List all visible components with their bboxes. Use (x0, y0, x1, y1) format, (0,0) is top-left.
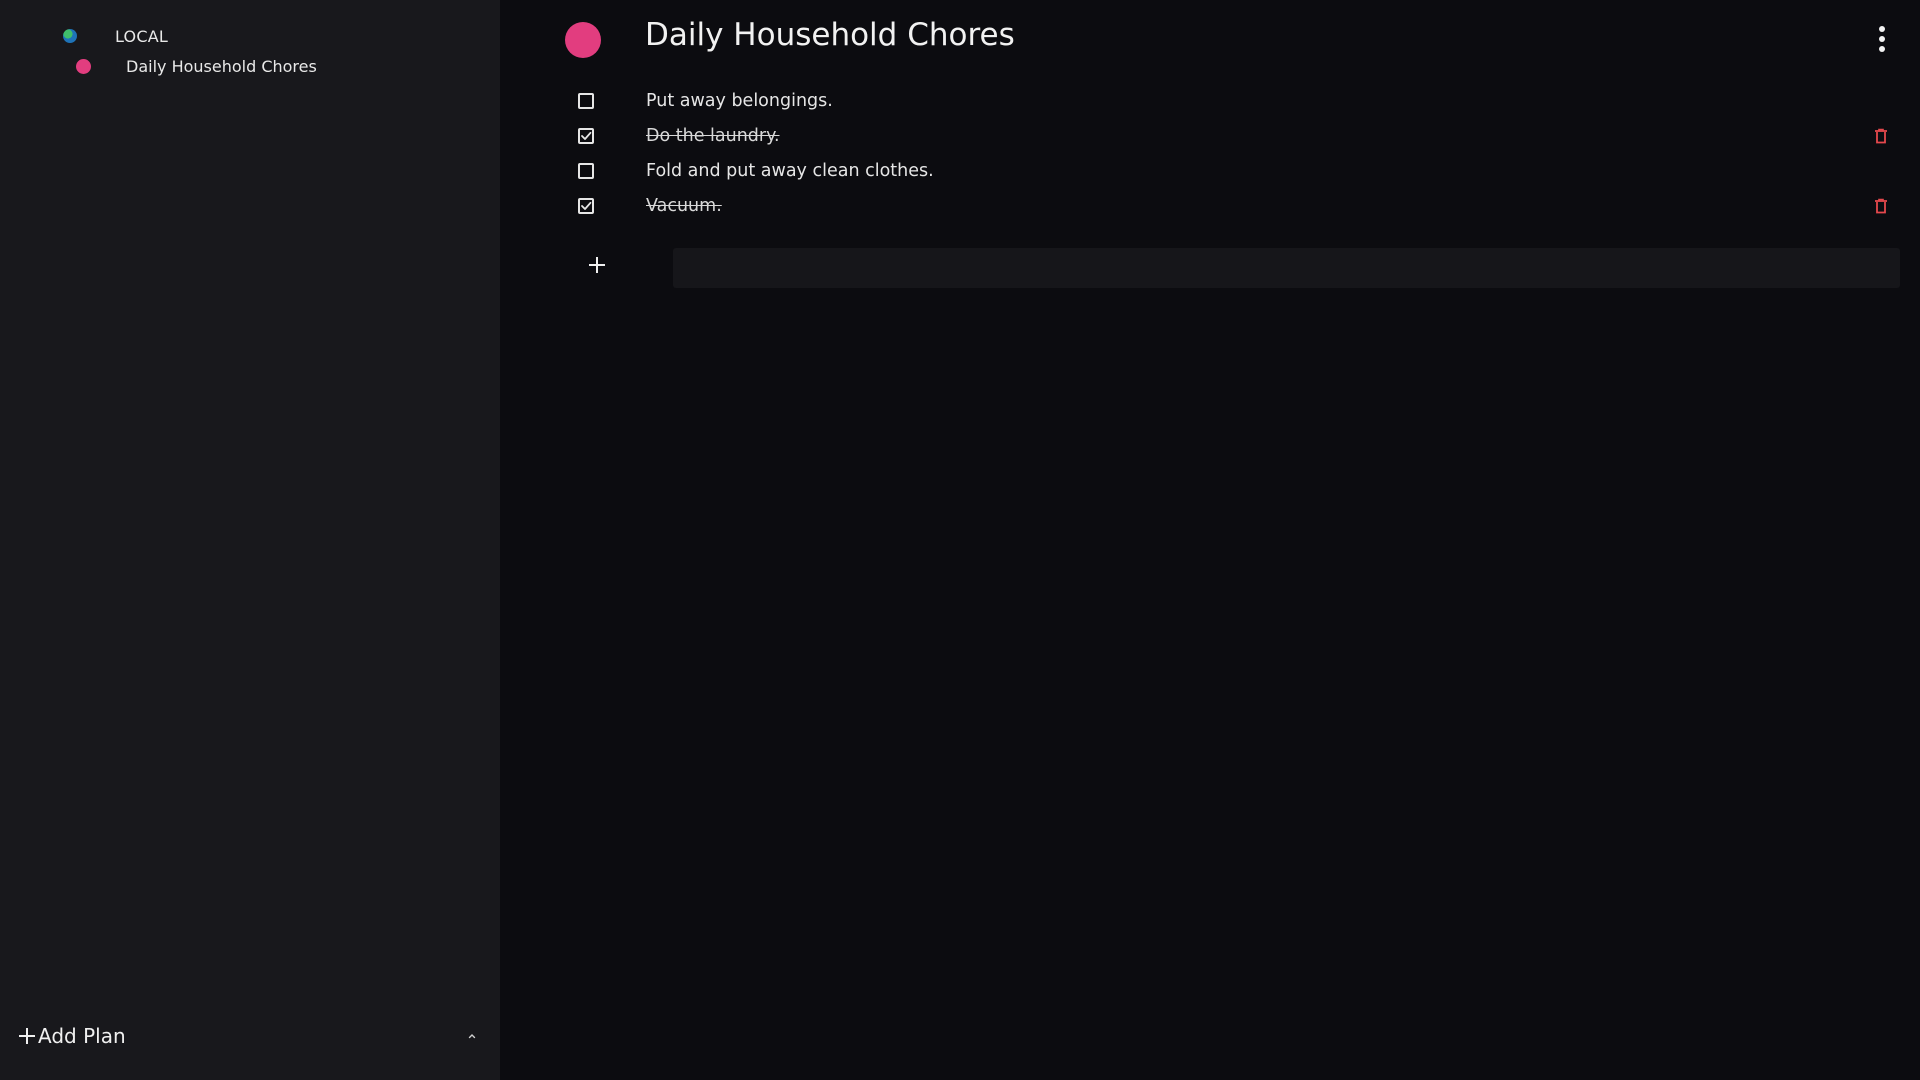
sidebar-item-label: Daily Household Chores (126, 56, 317, 76)
trash-icon (1875, 198, 1887, 214)
add-task-button[interactable] (586, 254, 608, 276)
sidebar-group-label: LOCAL (115, 26, 168, 46)
plus-icon (19, 1028, 35, 1044)
plus-icon (589, 257, 605, 273)
sidebar-item-daily-household-chores[interactable]: Daily Household Chores (76, 54, 317, 78)
delete-task-button[interactable] (1874, 128, 1888, 144)
check-icon (581, 201, 592, 210)
check-icon (581, 131, 592, 140)
trash-icon (1875, 128, 1887, 144)
task-text[interactable]: Do the laundry. (646, 126, 780, 146)
task-checkbox-checked[interactable] (578, 198, 594, 214)
add-plan-button[interactable]: Add Plan (18, 1024, 126, 1048)
plan-color-dot (76, 58, 91, 74)
task-item: Vacuum. (578, 192, 1898, 220)
task-checkbox-checked[interactable] (578, 128, 594, 144)
add-plan-label: Add Plan (38, 1024, 126, 1048)
app-window: LOCAL Daily Household Chores Add Plan Da… (0, 0, 1920, 1080)
more-options-button[interactable] (1874, 24, 1890, 56)
plan-color-button[interactable] (565, 22, 601, 58)
delete-task-button[interactable] (1874, 198, 1888, 214)
task-item: Put away belongings. (578, 87, 1898, 115)
task-text[interactable]: Fold and put away clean clothes. (646, 161, 934, 181)
page-title[interactable]: Daily Household Chores (645, 17, 1015, 53)
sidebar-group-local[interactable]: LOCAL (63, 24, 168, 48)
collapse-button[interactable] (465, 1028, 479, 1042)
globe-icon (63, 29, 77, 43)
plan-detail: Daily Household Chores Put away belongin… (500, 0, 1920, 1080)
task-text[interactable]: Vacuum. (646, 196, 722, 216)
new-task-input[interactable] (673, 248, 1900, 288)
task-item: Do the laundry. (578, 122, 1898, 150)
task-item: Fold and put away clean clothes. (578, 157, 1898, 185)
more-vertical-icon (1879, 26, 1885, 52)
chevron-up-icon (468, 1034, 476, 1039)
sidebar: LOCAL Daily Household Chores Add Plan (0, 0, 500, 1080)
task-checkbox[interactable] (578, 163, 594, 179)
task-checkbox[interactable] (578, 93, 594, 109)
task-text[interactable]: Put away belongings. (646, 91, 833, 111)
